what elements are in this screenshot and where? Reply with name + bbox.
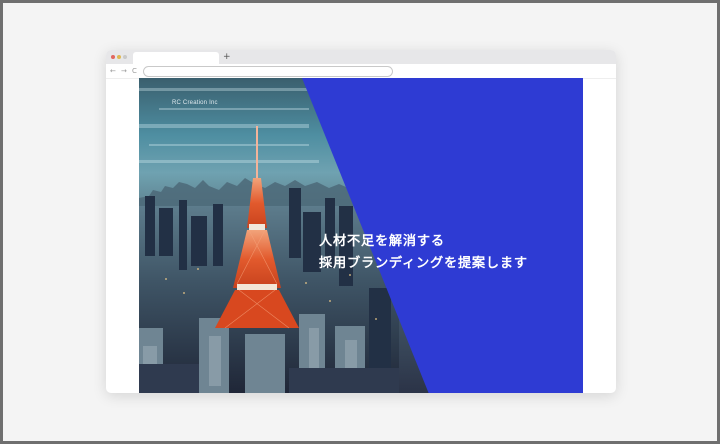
hero-headline: 人材不足を解消する 採用ブランディングを提案します	[319, 231, 528, 275]
address-bar[interactable]	[143, 66, 393, 77]
tab-bar: +	[106, 50, 616, 64]
hero-headline-line-2: 採用ブランディングを提案します	[319, 256, 528, 271]
new-tab-button[interactable]: +	[223, 51, 231, 63]
close-window-button[interactable]	[111, 55, 115, 59]
page-viewport: RC Creation Inc 人材不足を解消する 採用ブランディングを提案しま…	[139, 78, 583, 393]
browser-toolbar: ← → C	[106, 64, 616, 79]
hero-headline-line-1: 人材不足を解消する	[319, 234, 445, 249]
reload-icon[interactable]: C	[132, 65, 137, 77]
forward-arrow-icon[interactable]: →	[121, 65, 127, 77]
company-name: RC Creation Inc	[172, 100, 218, 106]
maximize-window-button[interactable]	[123, 55, 127, 59]
back-arrow-icon[interactable]: ←	[110, 65, 116, 77]
browser-tab[interactable]	[133, 52, 219, 64]
minimize-window-button[interactable]	[117, 55, 121, 59]
browser-window: + ← → C RC Creation Inc 人材不足を解消する 採用ブランデ…	[106, 50, 616, 393]
